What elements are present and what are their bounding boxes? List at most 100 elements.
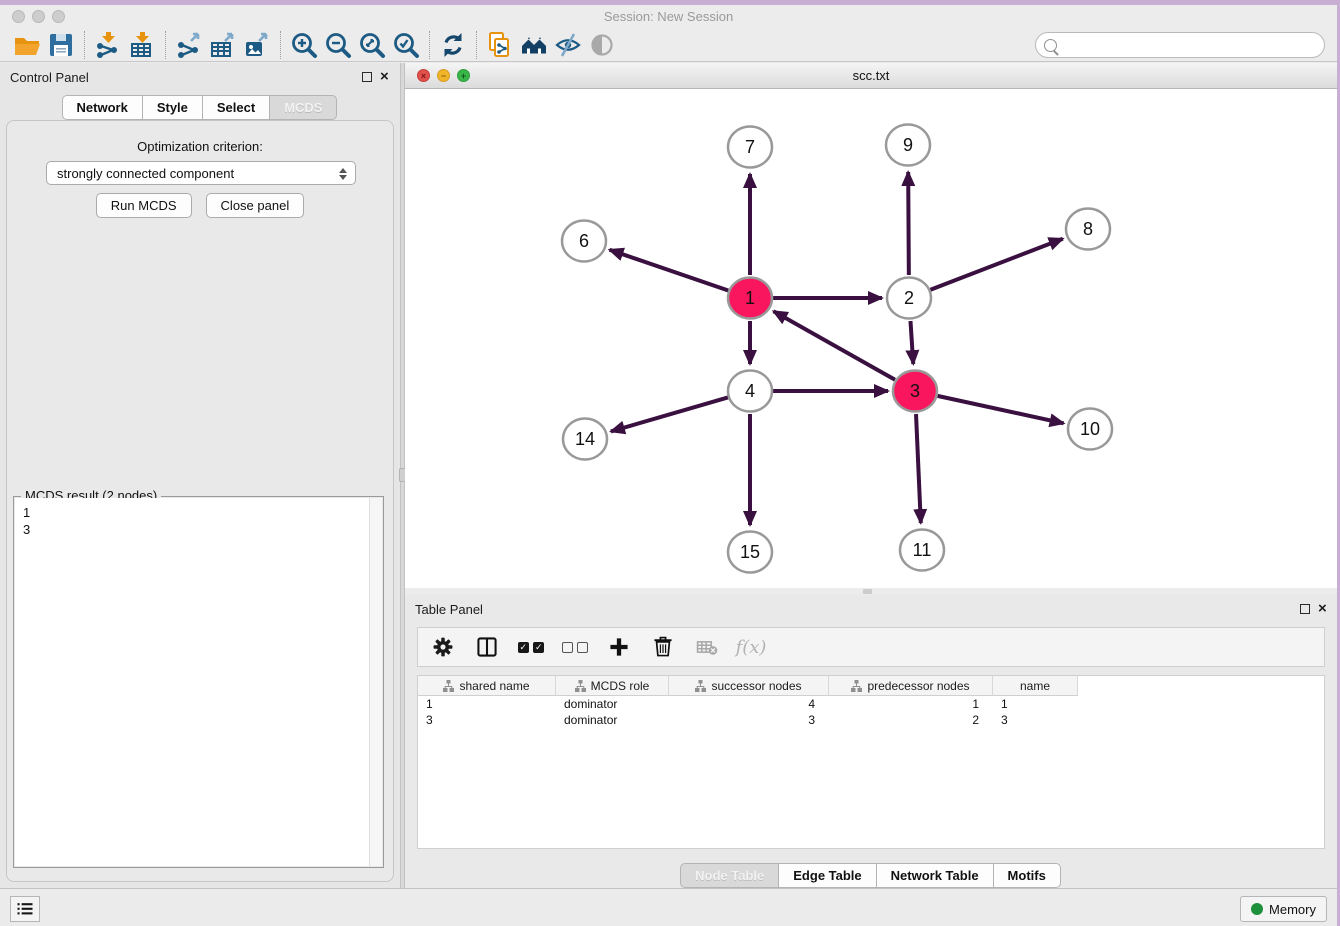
cell-predecessor-nodes[interactable]: 1 — [829, 696, 993, 712]
cell-mcds-role[interactable]: dominator — [556, 712, 669, 728]
zoom-selected-button[interactable] — [389, 30, 423, 60]
optimization-criterion-select[interactable]: strongly connected component — [46, 161, 356, 185]
graph-node-6[interactable]: 6 — [562, 221, 606, 262]
control-panel-tabs: Network Style Select MCDS — [0, 95, 400, 120]
search-input[interactable] — [1035, 32, 1325, 58]
cell-predecessor-nodes[interactable]: 2 — [829, 712, 993, 728]
tab-select[interactable]: Select — [202, 95, 270, 120]
tab-style[interactable]: Style — [142, 95, 203, 120]
graph-node-11[interactable]: 11 — [900, 530, 944, 571]
column-header-shared-name[interactable]: shared name — [418, 676, 556, 696]
graph-node-15[interactable]: 15 — [728, 532, 772, 573]
cell-shared-name[interactable]: 3 — [418, 712, 556, 728]
task-history-button[interactable] — [10, 896, 40, 922]
close-panel-icon[interactable]: × — [380, 68, 389, 86]
import-network-button[interactable] — [91, 30, 125, 60]
result-scrollbar[interactable] — [369, 498, 382, 866]
graph-edge-3-11[interactable] — [916, 414, 921, 523]
tab-node-table[interactable]: Node Table — [680, 863, 779, 888]
graph-node-9[interactable]: 9 — [886, 125, 930, 166]
network-graph: 7 9 6 8 1 2 4 3 14 10 15 11 — [405, 89, 1337, 588]
clone-network-icon — [486, 31, 514, 59]
graph-node-2[interactable]: 2 — [887, 278, 931, 319]
run-mcds-button[interactable]: Run MCDS — [96, 193, 192, 218]
mcds-result-group: MCDS result (2 nodes) 1 3 — [13, 496, 384, 868]
graph-edge-4-14[interactable] — [611, 397, 728, 431]
select-all-button[interactable]: ✓ ✓ — [516, 632, 546, 662]
toolbar-separator — [476, 31, 477, 59]
tab-network-table[interactable]: Network Table — [876, 863, 994, 888]
float-panel-icon[interactable] — [362, 72, 372, 82]
network-canvas[interactable]: 7 9 6 8 1 2 4 3 14 10 15 11 — [405, 89, 1337, 588]
export-network-button[interactable] — [172, 30, 206, 60]
refresh-button[interactable] — [436, 30, 470, 60]
export-table-button[interactable] — [206, 30, 240, 60]
save-session-button[interactable] — [44, 30, 78, 60]
horizontal-splitter-grip[interactable] — [863, 589, 872, 594]
first-neighbors-button[interactable] — [517, 30, 551, 60]
zoom-in-button[interactable] — [287, 30, 321, 60]
toolbar-separator — [280, 31, 281, 59]
export-table-icon — [209, 31, 237, 59]
tab-network[interactable]: Network — [62, 95, 143, 120]
column-header-successor-nodes[interactable]: successor nodes — [669, 676, 829, 696]
open-session-button[interactable] — [10, 30, 44, 60]
import-table-button[interactable] — [125, 30, 159, 60]
clone-network-button[interactable] — [483, 30, 517, 60]
graph-edge-3-1[interactable] — [774, 311, 895, 379]
graph-node-1[interactable]: 1 — [728, 278, 772, 319]
graph-edge-3-10[interactable] — [937, 396, 1063, 423]
zoom-out-button[interactable] — [321, 30, 355, 60]
float-table-panel-icon[interactable] — [1300, 604, 1310, 614]
mcds-result-area[interactable]: 1 3 — [15, 498, 382, 866]
graph-node-14[interactable]: 14 — [563, 419, 607, 460]
mcds-result-line: 1 — [23, 504, 374, 521]
import-table-icon — [128, 31, 156, 59]
cell-successor-nodes[interactable]: 4 — [669, 696, 829, 712]
tab-motifs[interactable]: Motifs — [993, 863, 1061, 888]
graph-node-10[interactable]: 10 — [1068, 409, 1112, 450]
graph-node-3[interactable]: 3 — [893, 371, 937, 412]
cell-successor-nodes[interactable]: 3 — [669, 712, 829, 728]
control-panel: Control Panel × Network Style Select MCD… — [0, 63, 400, 888]
column-header-name[interactable]: name — [993, 676, 1078, 696]
cell-shared-name[interactable]: 1 — [418, 696, 556, 712]
delete-table-button[interactable] — [692, 632, 722, 662]
graph-edge-2-3[interactable] — [910, 321, 913, 364]
show-details-button[interactable] — [585, 30, 619, 60]
graph-node-7[interactable]: 7 — [728, 127, 772, 168]
tab-edge-table[interactable]: Edge Table — [778, 863, 876, 888]
close-table-panel-icon[interactable]: × — [1318, 600, 1327, 618]
deselect-all-button[interactable] — [560, 632, 590, 662]
memory-button[interactable]: Memory — [1240, 896, 1327, 922]
show-details-icon — [588, 31, 616, 59]
graph-node-8[interactable]: 8 — [1066, 209, 1110, 250]
function-builder-button[interactable]: f(x) — [736, 632, 766, 662]
export-image-button[interactable] — [240, 30, 274, 60]
create-column-button[interactable] — [604, 632, 634, 662]
graph-node-4[interactable]: 4 — [728, 371, 772, 412]
cell-name[interactable]: 1 — [993, 696, 1078, 712]
graph-edge-2-9[interactable] — [908, 172, 909, 275]
table-row[interactable]: 3 dominator 3 2 3 — [418, 712, 1324, 728]
cell-name[interactable]: 3 — [993, 712, 1078, 728]
column-header-predecessor-nodes[interactable]: predecessor nodes — [829, 676, 993, 696]
table-row[interactable]: 1 dominator 4 1 1 — [418, 696, 1324, 712]
graph-edge-2-8[interactable] — [930, 239, 1062, 290]
zoom-fit-button[interactable] — [355, 30, 389, 60]
graph-edge-1-6[interactable] — [610, 250, 729, 291]
delete-column-button[interactable] — [648, 632, 678, 662]
column-header-mcds-role[interactable]: MCDS role — [556, 676, 669, 696]
close-panel-button[interactable]: Close panel — [206, 193, 305, 218]
cell-mcds-role[interactable]: dominator — [556, 696, 669, 712]
plus-icon — [607, 635, 631, 659]
graph-node-label: 9 — [903, 135, 913, 155]
show-columns-button[interactable] — [472, 632, 502, 662]
tab-mcds[interactable]: MCDS — [269, 95, 337, 120]
mcds-result-lines: 1 3 — [15, 498, 382, 544]
table-panel-title: Table Panel — [415, 602, 483, 617]
network-window-titlebar: × − + scc.txt — [405, 63, 1337, 89]
table-settings-button[interactable] — [428, 632, 458, 662]
hide-details-button[interactable] — [551, 30, 585, 60]
trash-icon — [651, 635, 675, 659]
